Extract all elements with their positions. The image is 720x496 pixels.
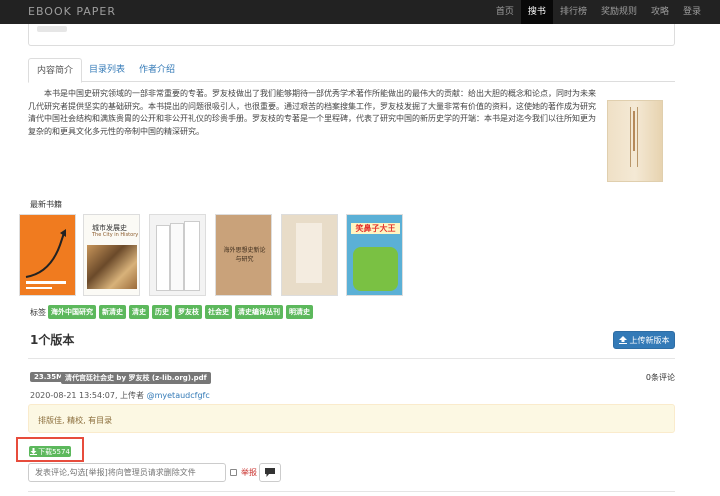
tags-label: 标签 <box>30 308 46 317</box>
comment-icon <box>265 468 275 477</box>
site-brand[interactable]: EBOOK PAPER <box>28 5 116 18</box>
nav-item-guide[interactable]: 攻略 <box>644 0 676 24</box>
book-cover-image <box>607 100 663 182</box>
version-note: 排版佳, 精校, 有目录 <box>28 404 675 433</box>
book-cover-orange[interactable] <box>19 214 76 296</box>
tag[interactable]: 清史编译丛刊 <box>235 305 283 319</box>
file-name-badge: 清代宫廷社会史 by 罗友枝 (z-lib.org).pdf <box>61 372 211 384</box>
truncated-text <box>37 26 67 32</box>
book-subtitle: The City in History <box>92 232 139 238</box>
book-tabs: 内容简介 目录列表 作者介绍 <box>28 58 675 83</box>
book-info-card <box>28 24 675 46</box>
book-description: 本书是中国史研究领域的一部非常重要的专著。罗友枝做出了我们能够期待一部优秀学术著… <box>28 89 596 136</box>
book-volume <box>170 223 184 291</box>
versions-title: 1个版本 <box>30 333 75 347</box>
book-cover-kids[interactable]: 笑鼻子大王 <box>346 214 403 296</box>
book-cover-city-history[interactable]: 城市发展史 The City in History <box>83 214 140 296</box>
upload-info: 2020-08-21 13:54:07, 上传者 @myetaudcfgfc <box>30 390 210 401</box>
book-title-strip <box>296 223 322 283</box>
cover-title-strip <box>633 111 635 151</box>
city-illustration <box>87 245 137 289</box>
upload-button-label: 上传新版本 <box>629 335 670 345</box>
tag-list: 海外中国研究 新清史 清史 历史 罗友枝 社会史 清史编译丛刊 明清史 <box>48 305 313 319</box>
book-cover-white-set[interactable] <box>149 214 206 296</box>
book-cover-tan[interactable] <box>281 214 338 296</box>
latest-books-label: 最新书籍 <box>30 200 62 209</box>
download-icon <box>30 448 38 455</box>
nav-menu: 首页 搜书 排行榜 奖励规则 攻略 登录 <box>489 0 708 24</box>
uploader-link[interactable]: @myetaudcfgfc <box>147 391 210 400</box>
nav-item-search[interactable]: 搜书 <box>520 0 553 24</box>
download-label: 下载5574 <box>38 447 70 456</box>
kids-illustration <box>353 247 398 291</box>
tab-toc[interactable]: 目录列表 <box>81 58 133 82</box>
comment-count[interactable]: 0条评论 <box>646 372 675 383</box>
tag[interactable]: 历史 <box>152 305 172 319</box>
book-title: 海外思想史新论与研究 <box>223 247 266 263</box>
tag[interactable]: 海外中国研究 <box>48 305 96 319</box>
nav-item-ranking[interactable]: 排行榜 <box>553 0 594 24</box>
tag[interactable]: 明清史 <box>286 305 313 319</box>
tag[interactable]: 清史 <box>129 305 149 319</box>
upload-new-version-button[interactable]: 上传新版本 <box>613 331 675 349</box>
nav-item-home[interactable]: 首页 <box>489 0 521 24</box>
report-label[interactable]: 举报 <box>241 467 257 478</box>
tag[interactable]: 社会史 <box>205 305 232 319</box>
upload-meta: 2020-08-21 13:54:07, 上传者 <box>30 391 145 400</box>
book-volume <box>156 225 170 291</box>
book-volume <box>184 221 200 291</box>
tag[interactable]: 罗友枝 <box>175 305 202 319</box>
nav-item-rewards[interactable]: 奖励规则 <box>594 0 644 24</box>
divider <box>28 358 675 359</box>
book-cover-thinking-science[interactable]: 海外思想史新论与研究 <box>215 214 272 296</box>
version-note-text: 排版佳, 精校, 有目录 <box>38 416 113 425</box>
divider <box>28 491 675 492</box>
comment-input[interactable] <box>28 463 226 482</box>
upload-icon <box>618 336 627 344</box>
report-checkbox[interactable] <box>230 469 237 476</box>
tag[interactable]: 新清史 <box>99 305 126 319</box>
tab-intro[interactable]: 内容简介 <box>28 58 83 83</box>
nav-item-login[interactable]: 登录 <box>676 0 708 24</box>
book-title: 笑鼻子大王 <box>351 223 400 234</box>
chart-arrow-icon <box>25 229 66 289</box>
tab-author[interactable]: 作者介绍 <box>131 58 183 82</box>
send-comment-button[interactable] <box>259 463 281 482</box>
download-button[interactable]: 下载5574 <box>29 446 71 457</box>
top-navbar: EBOOK PAPER 首页 搜书 排行榜 奖励规则 攻略 登录 <box>0 0 720 24</box>
